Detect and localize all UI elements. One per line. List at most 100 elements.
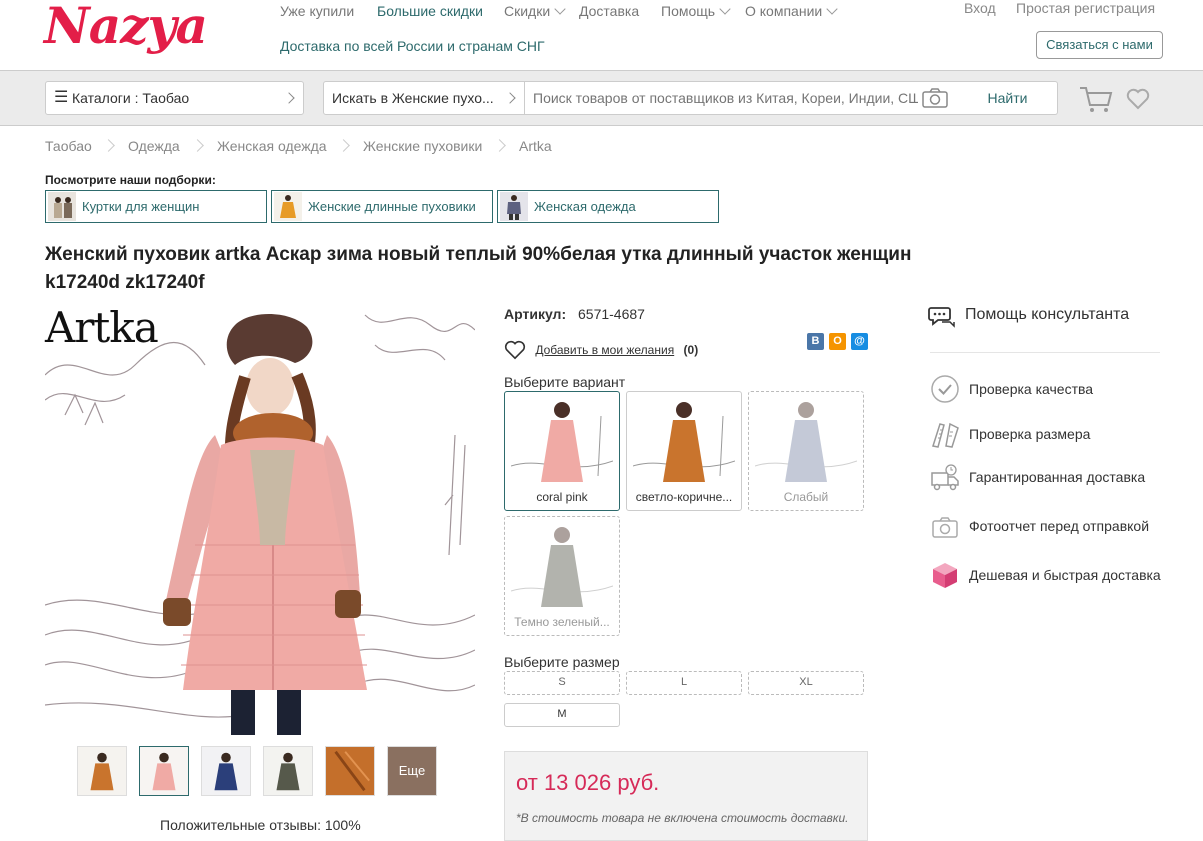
nav-help[interactable]: Помощь [661,3,731,19]
breadcrumb-womens-down-jackets[interactable]: Женские пуховики [363,138,482,154]
consultant-help-link[interactable]: Помощь консультанта [965,306,1129,324]
wishlist-count: (0) [683,343,699,357]
sku-value: 6571-4687 [578,306,645,322]
wishlist-label: Добавить в мои желания [535,343,675,357]
divider [930,352,1160,353]
nav-about[interactable]: О компании [745,3,838,19]
more-thumbnails-label: Еще [398,763,426,778]
collection-label: Женская одежда [534,199,636,214]
chevron-right-icon [283,92,295,104]
cart-icon[interactable] [1079,85,1113,113]
feature-photo-report: Фотоотчет перед отправкой [969,518,1150,534]
sku-label: Артикул: [504,306,567,322]
chevron-right-icon [191,139,204,152]
variant-option-light-brown[interactable]: светло-коричне... [626,391,742,511]
chevron-right-icon [337,139,350,152]
catalog-select-label: Каталоги : Таобао [72,90,190,106]
search-input[interactable] [524,81,959,115]
site-logo[interactable]: Nazya [44,0,208,55]
variant-name: Темно зеленый... [514,615,610,629]
variant-image [511,396,613,488]
nav-discounts-label: Скидки [504,3,551,19]
size-option-m[interactable]: M [504,703,620,727]
product-price: от 13 026 руб. [516,770,660,795]
size-label: Выберите размер [504,654,620,670]
feature-guaranteed-delivery: Гарантированная доставка [969,469,1146,485]
variant-name: coral pink [536,490,588,504]
search-button[interactable]: Найти [958,81,1058,115]
variant-option-coral-pink[interactable]: coral pink [504,391,620,511]
nav-delivery[interactable]: Доставка [579,3,639,19]
product-thumbnail[interactable] [263,746,313,796]
variant-option-dark-green[interactable]: Темно зеленый... [504,516,620,636]
variant-option-weak[interactable]: Слабый [748,391,864,511]
heart-icon [504,340,526,360]
chevron-down-icon [554,3,566,15]
login-link[interactable]: Вход [964,0,996,16]
size-option-l[interactable]: L [626,671,742,695]
product-thumbnail[interactable] [325,746,375,796]
ruler-icon [932,422,959,448]
more-thumbnails-button[interactable]: Еще [387,746,437,796]
nav-bought[interactable]: Уже купили [280,3,354,19]
collection-label: Женские длинные пуховики [308,199,476,214]
variant-name: светло-коричне... [635,490,733,504]
feature-quality-check: Проверка качества [969,381,1094,397]
chat-icon[interactable] [928,305,956,329]
vk-share-icon[interactable]: В [807,333,824,350]
menu-icon: ☰ [54,89,69,106]
product-title: Женский пуховик artka Аскар зима новый т… [45,244,912,293]
variant-image [511,521,613,613]
contact-button[interactable]: Связаться с нами [1036,31,1163,59]
shipping-info-link[interactable]: Доставка по всей России и странам СНГ [280,38,545,54]
collections-title: Посмотрите наши подборки: [45,173,216,187]
mailru-share-icon[interactable]: @ [851,333,868,350]
register-link[interactable]: Простая регистрация [1016,0,1155,16]
chevron-right-icon [102,139,115,152]
chevron-right-icon [504,92,516,104]
chevron-down-icon [719,3,731,15]
chevron-right-icon [493,139,506,152]
variant-image [755,396,857,488]
nav-discounts[interactable]: Скидки [504,3,566,19]
feature-cheap-fast-delivery: Дешевая и быстрая доставка [969,567,1161,583]
size-option-xl[interactable]: XL [748,671,864,695]
size-option-s[interactable]: S [504,671,620,695]
catalog-select[interactable]: ☰ Каталоги : Таобао [45,81,304,115]
sku-row: Артикул: 6571-4687 [504,306,645,322]
brand-logo: Artka [45,303,159,352]
variant-label: Выберите вариант [504,374,626,390]
collection-womens-long-down[interactable]: Женские длинные пуховики [271,190,493,223]
product-thumbnail[interactable] [201,746,251,796]
positive-reviews: Положительные отзывы: 100% [160,817,361,833]
nav-help-label: Помощь [661,3,716,19]
camera-search-icon[interactable] [922,88,948,108]
breadcrumb-womens-clothing[interactable]: Женская одежда [217,138,327,154]
collection-womens-jackets[interactable]: Куртки для женщин [45,190,267,223]
product-thumbnail-selected[interactable] [139,746,189,796]
product-thumbnail[interactable] [77,746,127,796]
price-note: *В стоимость товара не включена стоимост… [516,811,849,825]
product-main-image[interactable] [45,305,475,735]
collection-womens-clothing[interactable]: Женская одежда [497,190,719,223]
breadcrumb-current: Artka [519,138,552,154]
nav-about-label: О компании [745,3,823,19]
check-circle-icon [931,375,959,403]
collection-thumbnail [48,192,76,221]
breadcrumb-taobao[interactable]: Таобао [45,138,92,154]
search-scope-select[interactable]: Искать в Женские пухо... [323,81,525,115]
chevron-down-icon [826,3,838,15]
heart-icon[interactable] [1126,88,1150,110]
feature-size-check: Проверка размера [969,426,1091,442]
variant-image [633,396,735,488]
price-box [504,751,868,841]
camera-icon [932,517,958,538]
truck-icon [931,464,959,491]
collection-thumbnail [274,192,302,221]
collection-label: Куртки для женщин [82,199,200,214]
breadcrumb-clothing[interactable]: Одежда [128,138,180,154]
nav-big-discounts[interactable]: Большие скидки [377,3,483,19]
add-to-wishlist[interactable]: Добавить в мои желания (0) [504,340,698,360]
odnoklassniki-share-icon[interactable]: О [829,333,846,350]
variant-name: Слабый [783,490,829,504]
